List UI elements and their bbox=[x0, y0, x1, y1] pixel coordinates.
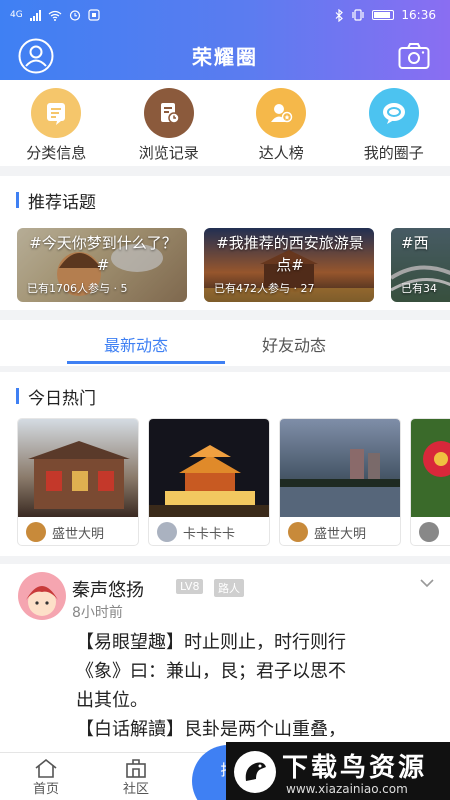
category-label: 达人榜 bbox=[258, 144, 304, 162]
watermark-text: 下载鸟资源 bbox=[282, 753, 428, 783]
recommended-topics-section: 推荐话题 #今天你梦到什么了？# 已有1706人参与 · 5 #我推荐的西安旅游… bbox=[0, 176, 450, 310]
top-header: 4G 16:36 荣耀圈 bbox=[0, 0, 450, 80]
hot-image bbox=[18, 419, 138, 517]
category-label: 浏览记录 bbox=[138, 144, 199, 162]
chevron-down-icon[interactable] bbox=[420, 578, 434, 588]
ranking-icon bbox=[256, 88, 307, 138]
post-line: 《象》曰：兼山，艮；君子以思不 bbox=[76, 661, 346, 682]
topic-title: #今天你梦到什么了？# bbox=[29, 234, 177, 274]
hot-user-name: 盛世大明 bbox=[52, 526, 105, 542]
nav-community-label: 社区 bbox=[122, 781, 149, 797]
topic-title: #西 bbox=[401, 234, 429, 252]
avatar bbox=[157, 522, 177, 542]
nav-home-label: 首页 bbox=[32, 781, 59, 797]
topic-title: #我推荐的西安旅游景点# bbox=[216, 234, 364, 274]
app-screen: 4G 16:36 荣耀圈 分类信息 浏览记录 达人榜 我的圈子 推荐话题 #今天… bbox=[0, 0, 450, 800]
post-line: 【白话解讀】艮卦是两个山重叠， bbox=[76, 719, 346, 740]
tab-latest[interactable]: 最新动态 bbox=[104, 332, 168, 356]
section-title-text: 今日热门 bbox=[28, 388, 96, 409]
topic-card[interactable]: #我推荐的西安旅游景点# 已有472人参与 · 27 bbox=[204, 228, 374, 302]
community-icon bbox=[126, 758, 146, 778]
category-ranking[interactable]: 达人榜 bbox=[225, 80, 338, 166]
classified-icon bbox=[31, 88, 82, 138]
post-line: 出其位。 bbox=[76, 690, 148, 711]
topic-participants: 已有34 bbox=[401, 282, 437, 295]
avatar bbox=[419, 522, 439, 542]
page-title: 荣耀圈 bbox=[192, 44, 258, 69]
home-icon bbox=[35, 758, 57, 778]
role-badge: 路人 bbox=[214, 579, 244, 597]
hot-card[interactable] bbox=[410, 418, 450, 546]
section-title: 今日热门 bbox=[0, 372, 450, 420]
notification-icon bbox=[88, 9, 100, 21]
avatar bbox=[26, 522, 46, 542]
section-title: 推荐话题 bbox=[0, 176, 450, 224]
topic-participants: 已有472人参与 · 27 bbox=[214, 282, 315, 295]
category-label: 我的圈子 bbox=[363, 144, 424, 162]
hot-user-name: 盛世大明 bbox=[314, 526, 367, 542]
hot-card[interactable]: 卡卡卡卡 bbox=[148, 418, 270, 546]
category-classified[interactable]: 分类信息 bbox=[0, 80, 113, 166]
battery-icon bbox=[372, 10, 395, 20]
section-title-text: 推荐话题 bbox=[28, 192, 96, 213]
camera-icon bbox=[398, 43, 430, 69]
category-row: 分类信息 浏览记录 达人榜 我的圈子 bbox=[0, 80, 450, 166]
feed-post: 秦声悠扬 LV8 路人 8小时前 【易眼望趣】时止则止，时行则行 《象》曰：兼山… bbox=[0, 564, 450, 754]
topic-card[interactable]: #西 已有34 bbox=[391, 228, 450, 302]
level-badge: LV8 bbox=[176, 579, 204, 594]
hot-card[interactable]: 盛世大明 bbox=[279, 418, 401, 546]
hot-carousel[interactable]: 盛世大明 卡卡卡卡 盛世大明 bbox=[17, 418, 450, 546]
hot-today-section: 今日热门 盛世大明 卡卡卡卡 盛世大明 bbox=[0, 372, 450, 556]
bird-logo-icon bbox=[234, 751, 276, 793]
hot-card[interactable]: 盛世大明 bbox=[17, 418, 139, 546]
topic-participants: 已有1706人参与 · 5 bbox=[27, 282, 128, 295]
category-label: 分类信息 bbox=[26, 144, 87, 162]
signal-icon bbox=[29, 9, 41, 21]
avatar bbox=[288, 522, 308, 542]
hot-image bbox=[280, 419, 400, 517]
post-line: 【易眼望趣】时止则止，时行则行 bbox=[76, 632, 346, 653]
topic-carousel[interactable]: #今天你梦到什么了？# 已有1706人参与 · 5 #我推荐的西安旅游景点# 已… bbox=[17, 228, 450, 302]
bluetooth-icon bbox=[335, 8, 344, 22]
profile-button[interactable] bbox=[18, 38, 54, 74]
category-history[interactable]: 浏览记录 bbox=[113, 80, 226, 166]
watermark-url: www.xiazainiao.com bbox=[286, 782, 408, 796]
network-type: 4G bbox=[10, 10, 23, 20]
hot-image bbox=[411, 419, 450, 517]
wifi-icon bbox=[48, 10, 62, 21]
hot-image bbox=[149, 419, 269, 517]
nav-home[interactable]: 首页 bbox=[16, 753, 76, 800]
clock: 16:36 bbox=[401, 8, 436, 22]
feed-tabs: 最新动态 好友动态 bbox=[0, 320, 450, 366]
alarm-icon bbox=[69, 10, 80, 21]
post-time: 8小时前 bbox=[72, 605, 123, 621]
nav-community[interactable]: 社区 bbox=[106, 753, 166, 800]
vibrate-icon bbox=[352, 9, 365, 21]
user-icon bbox=[18, 38, 54, 74]
watermark: 下载鸟资源 www.xiazainiao.com bbox=[226, 742, 450, 800]
post-content[interactable]: 【易眼望趣】时止则止，时行则行 《象》曰：兼山，艮；君子以思不 出其位。 【白话… bbox=[76, 628, 436, 744]
history-icon bbox=[143, 88, 194, 138]
circle-chat-icon bbox=[368, 88, 419, 138]
tab-friends[interactable]: 好友动态 bbox=[262, 332, 326, 356]
avatar[interactable] bbox=[18, 572, 66, 620]
post-author[interactable]: 秦声悠扬 bbox=[72, 576, 144, 602]
category-my-circles[interactable]: 我的圈子 bbox=[338, 80, 450, 166]
hot-user-name: 卡卡卡卡 bbox=[183, 526, 236, 542]
camera-button[interactable] bbox=[398, 42, 430, 70]
status-bar: 4G 16:36 bbox=[0, 0, 450, 30]
topic-card[interactable]: #今天你梦到什么了？# 已有1706人参与 · 5 bbox=[17, 228, 187, 302]
title-bar: 荣耀圈 bbox=[0, 30, 450, 80]
active-tab-indicator bbox=[67, 361, 225, 364]
